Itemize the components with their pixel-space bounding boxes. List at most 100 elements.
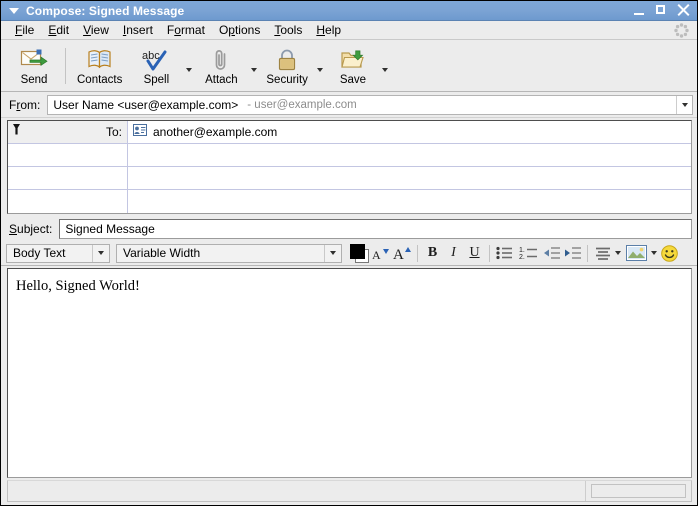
recipient-value-cell[interactable] (128, 190, 691, 213)
paragraph-style-value: Body Text (13, 246, 66, 260)
recipient-value-cell[interactable] (128, 144, 691, 166)
menu-item-view[interactable]: View (76, 22, 116, 38)
recipient-type-cell[interactable] (8, 190, 128, 213)
bullet-list-icon[interactable] (494, 243, 515, 263)
recipient-type-menu-icon[interactable] (12, 123, 21, 141)
attach-button[interactable]: Attach (194, 45, 248, 87)
menu-item-options[interactable]: Options (212, 22, 267, 38)
menu-item-help[interactable]: Help (309, 22, 348, 38)
contacts-book-icon (87, 47, 113, 73)
align-dropdown-arrow-icon[interactable] (613, 243, 623, 263)
paragraph-style-combobox[interactable]: Body Text (6, 243, 110, 263)
main-toolbar: Send Contacts abc Spell Attach Security … (1, 40, 697, 92)
window-controls (633, 4, 693, 17)
status-divider (585, 481, 586, 501)
message-body-editor[interactable]: Hello, Signed World! (7, 268, 692, 478)
address-row[interactable]: To: another@example.com (8, 121, 691, 144)
address-row[interactable] (8, 144, 691, 167)
send-button[interactable]: Send (7, 45, 61, 87)
increase-font-size-icon[interactable]: A (392, 243, 413, 263)
svg-text:A: A (393, 247, 404, 262)
maximize-icon[interactable] (655, 4, 668, 17)
save-button-label: Save (339, 73, 367, 86)
menu-item-tools[interactable]: Tools (267, 22, 309, 38)
italic-icon[interactable]: I (443, 243, 464, 263)
title-bar: Compose: Signed Message (1, 1, 697, 21)
recipient-type-label: To: (105, 125, 122, 139)
from-label: From: (9, 97, 41, 112)
numbered-list-icon[interactable]: 1. 2. (515, 243, 541, 263)
from-address-hint: - user@example.com (247, 98, 357, 111)
security-button-label: Security (266, 73, 308, 86)
from-identity-combobox[interactable]: User Name <user@example.com> - user@exam… (47, 94, 693, 115)
compose-window: Compose: Signed Message File Edit View I… (0, 0, 698, 506)
outdent-icon[interactable] (541, 243, 562, 263)
from-chevron-down-icon[interactable] (676, 95, 692, 114)
subject-input[interactable]: Signed Message (59, 219, 692, 239)
contacts-button-label: Contacts (77, 73, 123, 86)
indent-icon[interactable] (562, 243, 583, 263)
formatbar-separator (417, 244, 418, 262)
close-icon[interactable] (677, 4, 690, 17)
insert-image-icon[interactable] (623, 243, 649, 263)
bold-icon[interactable]: B (422, 243, 443, 263)
from-row: From: User Name <user@example.com> - use… (1, 92, 697, 118)
underline-icon[interactable]: U (464, 243, 485, 263)
recipient-address-text: another@example.com (153, 125, 278, 139)
window-title: Compose: Signed Message (26, 3, 185, 18)
insert-image-dropdown-arrow-icon[interactable] (649, 243, 659, 263)
padlock-icon (276, 47, 298, 73)
address-row[interactable] (8, 167, 691, 190)
menu-item-format[interactable]: Format (160, 22, 212, 38)
send-mail-icon (20, 47, 48, 73)
window-menu-chevron-icon[interactable] (7, 4, 21, 18)
security-button[interactable]: Security (259, 45, 315, 87)
menu-item-edit[interactable]: Edit (41, 22, 76, 38)
recipient-value-cell[interactable] (128, 167, 691, 189)
subject-row: Subject: Signed Message (1, 217, 697, 241)
menu-bar: File Edit View Insert Format Options Too… (1, 21, 697, 40)
menu-item-file[interactable]: File (8, 22, 41, 38)
foreground-color-swatch (350, 243, 365, 259)
menu-item-insert[interactable]: Insert (116, 22, 160, 38)
activity-throbber-icon (674, 23, 689, 38)
svg-text:1.: 1. (519, 247, 525, 254)
save-button[interactable]: Save (326, 45, 380, 87)
toolbar-separator (65, 47, 66, 84)
font-family-chevron-down-icon[interactable] (324, 244, 341, 262)
align-left-icon[interactable] (592, 243, 613, 263)
formatbar-separator (587, 244, 588, 262)
contacts-button[interactable]: Contacts (70, 45, 129, 87)
paragraph-style-chevron-down-icon[interactable] (92, 244, 109, 262)
attach-button-label: Attach (205, 73, 238, 86)
subject-label: Subject: (9, 222, 53, 236)
address-row[interactable] (8, 190, 691, 213)
addressing-widget: To: another@example.com (7, 120, 692, 214)
recipient-type-cell[interactable] (8, 167, 128, 189)
recipient-type-cell[interactable]: To: (8, 121, 128, 143)
spell-button[interactable]: abc Spell (129, 45, 183, 87)
spell-check-icon: abc (142, 47, 170, 73)
security-dropdown-arrow-icon[interactable] (315, 47, 326, 85)
formatting-toolbar: Body Text Variable Width A A B I U 1. 2. (1, 241, 697, 266)
spell-dropdown-arrow-icon[interactable] (183, 47, 194, 85)
decrease-font-size-icon[interactable]: A (371, 243, 392, 263)
attach-dropdown-arrow-icon[interactable] (248, 47, 259, 85)
svg-text:A: A (372, 248, 381, 262)
font-family-combobox[interactable]: Variable Width (116, 243, 342, 263)
smiley-face-icon[interactable] (659, 243, 680, 263)
minimize-icon[interactable] (633, 4, 646, 17)
address-card-icon (133, 123, 147, 141)
paperclip-icon (211, 47, 231, 73)
save-folder-icon (340, 47, 366, 73)
formatbar-separator (489, 244, 490, 262)
status-bar (7, 480, 692, 502)
from-identity-value: User Name <user@example.com> (53, 97, 239, 112)
save-dropdown-arrow-icon[interactable] (380, 47, 391, 85)
text-color-swatch-icon[interactable] (350, 243, 371, 263)
send-button-label: Send (20, 73, 48, 86)
recipient-value-cell[interactable]: another@example.com (128, 121, 691, 143)
spell-button-label: Spell (143, 73, 170, 86)
font-family-value: Variable Width (123, 246, 201, 260)
recipient-type-cell[interactable] (8, 144, 128, 166)
